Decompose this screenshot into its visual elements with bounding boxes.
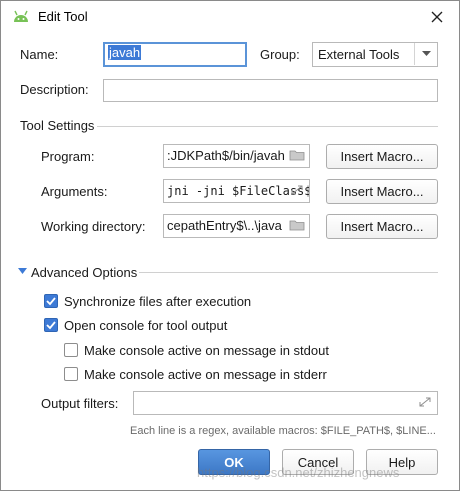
name-label: Name: [20, 47, 59, 62]
name-value: javah [108, 45, 142, 60]
tool-settings-title: Tool Settings [20, 118, 95, 133]
expand-icon[interactable] [289, 183, 305, 197]
advanced-options-separator [139, 272, 438, 273]
program-insert-macro-button[interactable]: Insert Macro... [326, 144, 438, 169]
folder-icon[interactable] [289, 148, 305, 162]
advanced-options-title: Advanced Options [31, 265, 138, 280]
description-label: Description: [20, 82, 89, 97]
console-stderr-checkbox-row[interactable]: Make console active on message in stderr [64, 366, 364, 384]
sync-files-label: Synchronize files after execution [64, 294, 252, 309]
open-console-checkbox-row[interactable]: Open console for tool output [44, 317, 304, 335]
sync-files-checkbox-row[interactable]: Synchronize files after execution [44, 293, 304, 311]
arguments-input[interactable]: jni -jni $FileClass$ [163, 179, 310, 203]
program-label: Program: [41, 149, 95, 164]
program-value: :JDKPath$/bin/javah [167, 148, 285, 163]
advanced-options-toggle[interactable]: Advanced Options [18, 263, 138, 281]
open-console-checkbox[interactable] [44, 318, 58, 332]
console-stderr-label: Make console active on message in stderr [84, 367, 327, 382]
output-filters-hint: Each line is a regex, available macros: … [130, 425, 436, 437]
check-icon [46, 297, 56, 306]
working-directory-insert-macro-button[interactable]: Insert Macro... [326, 214, 438, 239]
tool-settings-separator [97, 126, 438, 127]
edit-tool-dialog: Edit Tool Name: javah Group: External To… [0, 0, 460, 491]
title-bar: Edit Tool [1, 1, 459, 32]
android-icon [14, 10, 28, 22]
console-stdout-checkbox[interactable] [64, 343, 78, 357]
arguments-label: Arguments: [41, 184, 108, 199]
output-filters-label: Output filters: [41, 396, 119, 411]
sync-files-checkbox[interactable] [44, 294, 58, 308]
working-directory-insert-macro-label: Insert Macro... [340, 219, 424, 234]
window-title: Edit Tool [38, 9, 88, 24]
close-icon [431, 11, 443, 22]
name-input[interactable]: javah [103, 42, 247, 67]
working-directory-label: Working directory: [41, 219, 146, 234]
group-select[interactable]: External Tools [312, 42, 438, 67]
group-dropdown-button[interactable] [414, 43, 437, 65]
chevron-down-icon [421, 51, 431, 56]
output-filters-input[interactable] [133, 391, 438, 415]
console-stdout-checkbox-row[interactable]: Make console active on message in stdout [64, 342, 364, 360]
check-icon [46, 321, 56, 330]
program-input[interactable]: :JDKPath$/bin/javah [163, 144, 310, 168]
expand-icon[interactable] [417, 395, 433, 409]
program-insert-macro-label: Insert Macro... [340, 149, 424, 164]
watermark: https://blog.csdn.net/zhizhengnews [197, 465, 400, 480]
close-button[interactable] [415, 1, 459, 32]
triangle-down-icon [18, 268, 27, 274]
console-stderr-checkbox[interactable] [64, 367, 78, 381]
console-stdout-label: Make console active on message in stdout [84, 343, 329, 358]
arguments-insert-macro-button[interactable]: Insert Macro... [326, 179, 438, 204]
group-value: External Tools [318, 47, 400, 62]
open-console-label: Open console for tool output [64, 318, 228, 333]
arguments-insert-macro-label: Insert Macro... [340, 184, 424, 199]
working-directory-value: cepathEntry$\..\java [167, 218, 282, 233]
description-input[interactable] [103, 79, 438, 102]
working-directory-input[interactable]: cepathEntry$\..\java [163, 214, 310, 238]
group-label: Group: [260, 47, 300, 62]
folder-icon[interactable] [289, 218, 305, 232]
